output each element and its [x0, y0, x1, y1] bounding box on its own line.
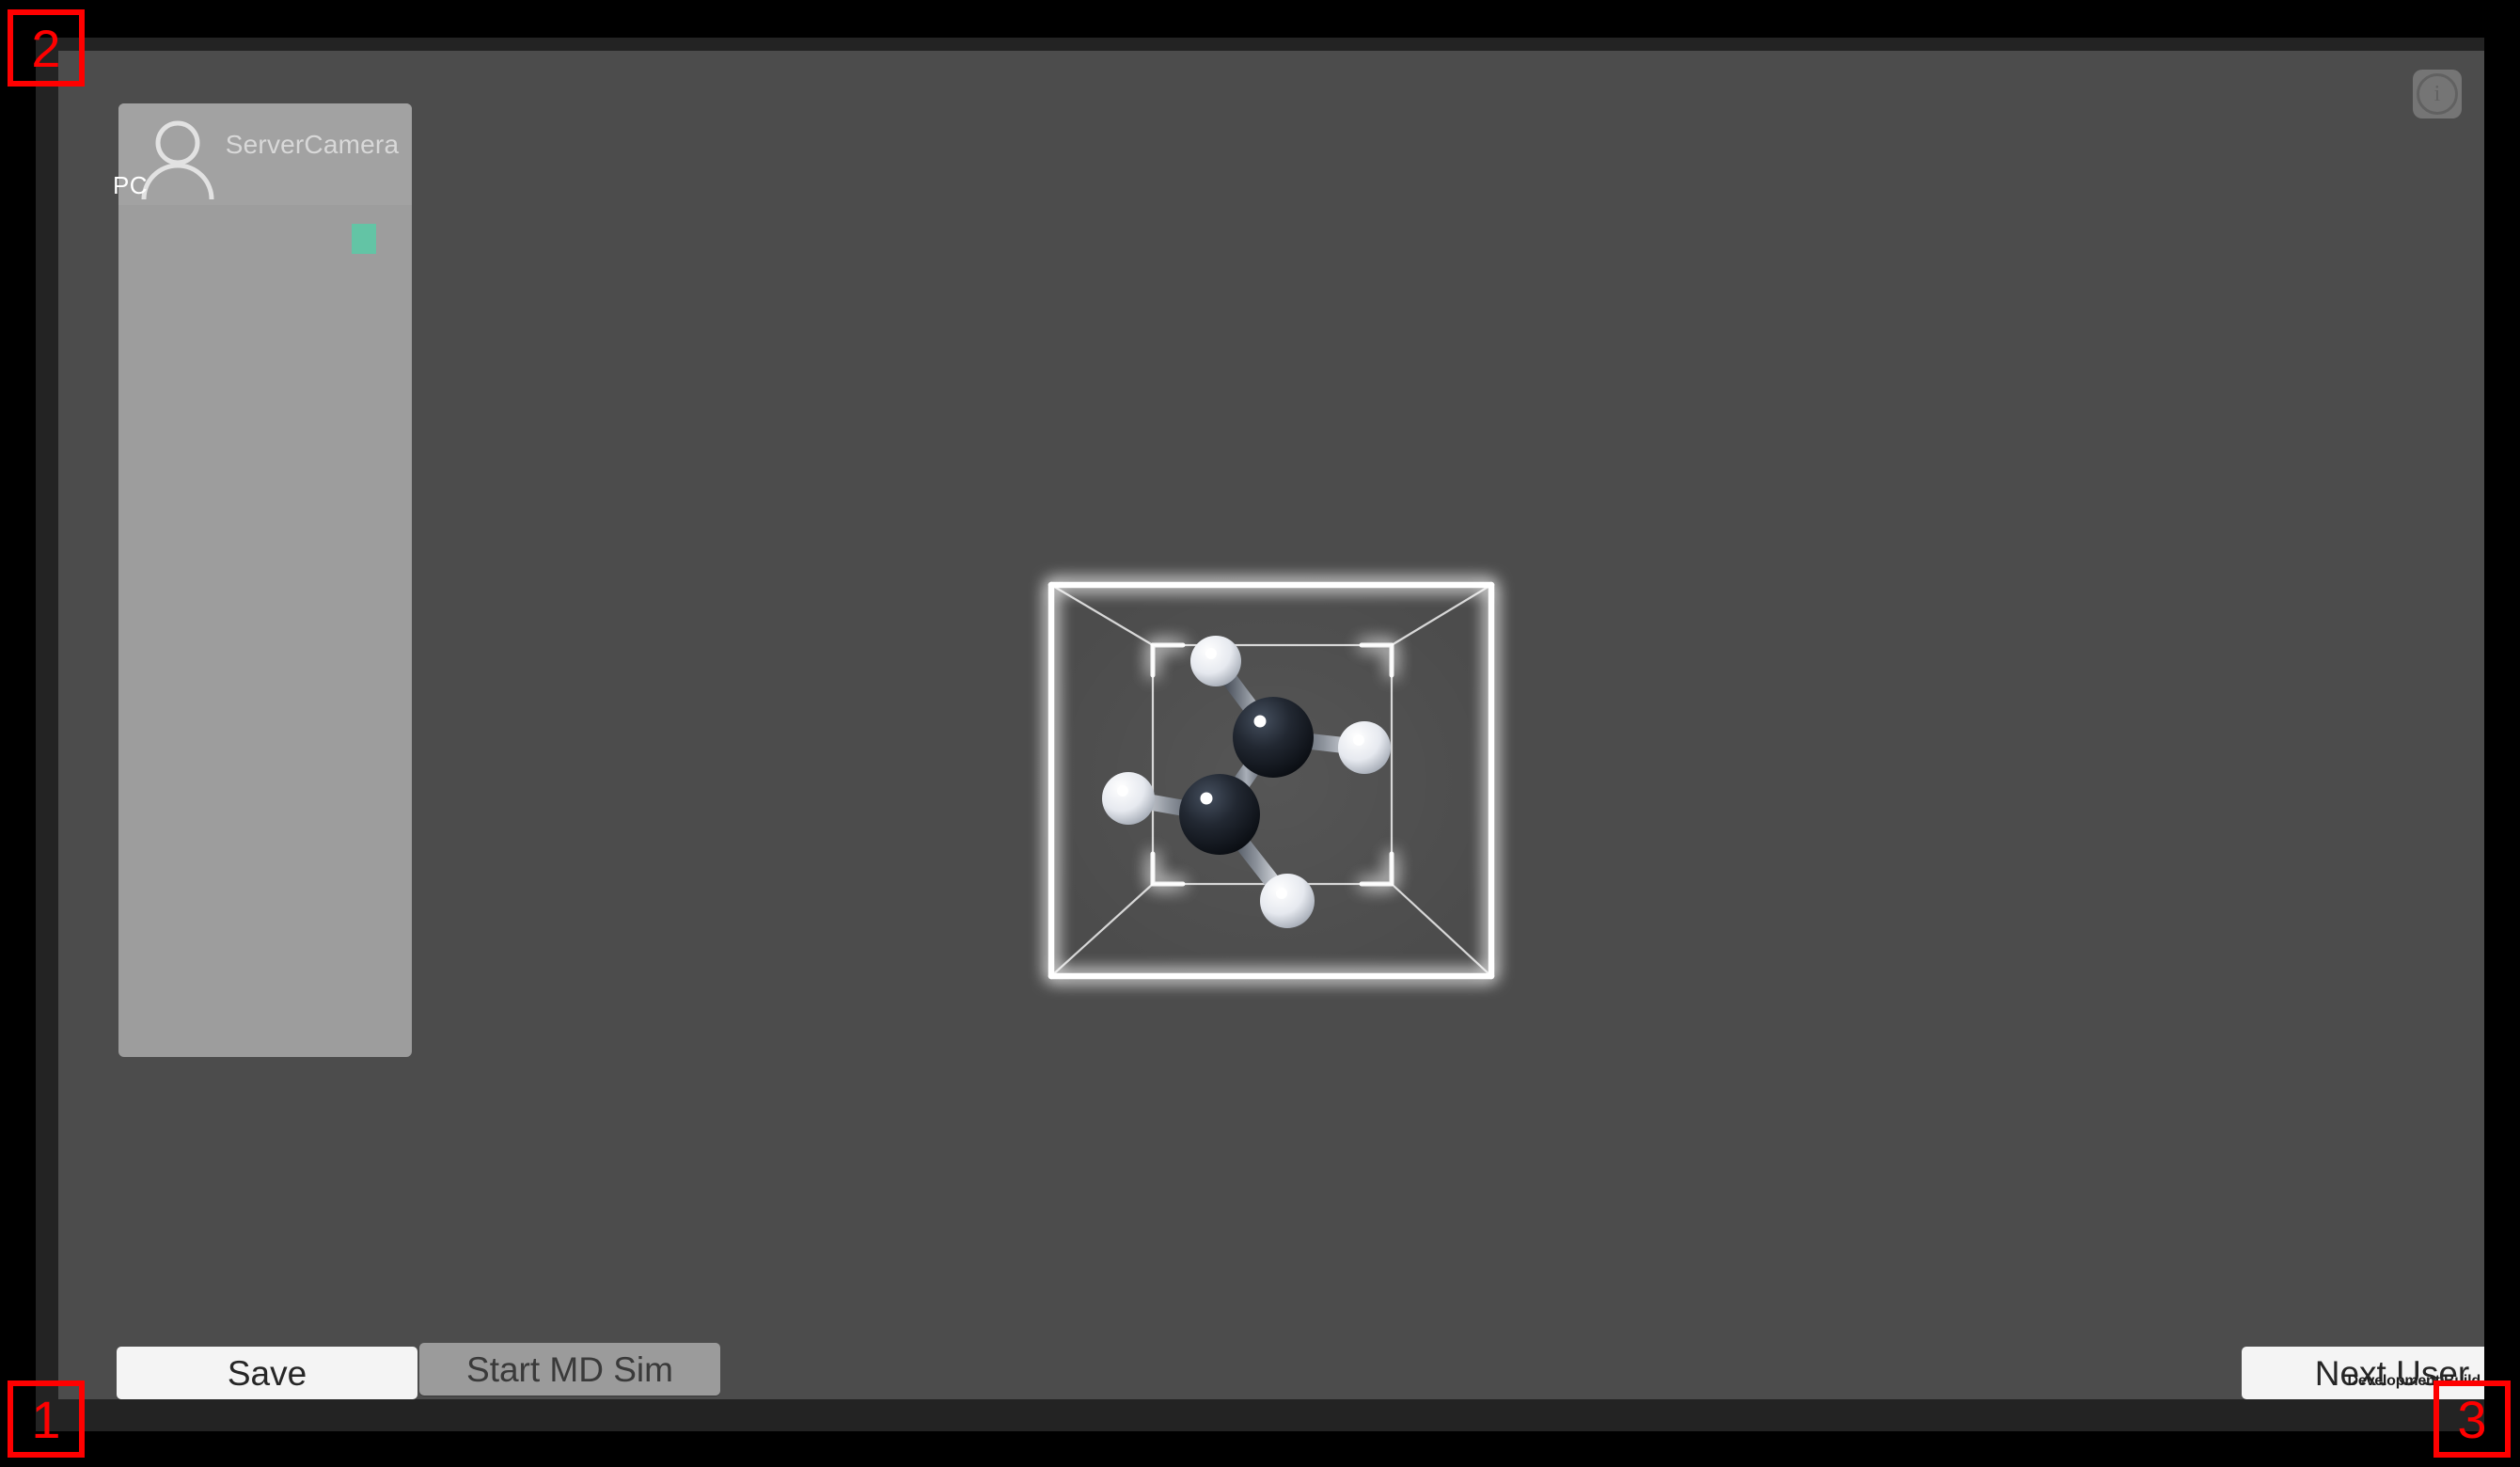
annotation-marker-1: 1 [8, 1380, 85, 1458]
molecule-stage[interactable] [1017, 559, 1525, 1010]
annotation-marker-3: 3 [2433, 1380, 2511, 1458]
info-icon: i [2417, 73, 2458, 115]
camera-name-label: ServerCamera [225, 130, 400, 159]
start-md-sim-button[interactable]: Start MD Sim [419, 1343, 720, 1396]
save-button[interactable]: Save [117, 1347, 417, 1399]
platform-label: PC [113, 171, 148, 199]
person-icon [141, 120, 214, 199]
molecule-ball-and-stick[interactable] [1017, 559, 1525, 1010]
info-button[interactable]: i [2413, 70, 2462, 118]
bond-group [1120, 653, 1373, 909]
user-color-swatch [352, 224, 376, 254]
application-window: i ServerCamera PC Save Start MD Sim Next… [0, 0, 2520, 1467]
user-camera-panel[interactable]: ServerCamera [118, 103, 412, 1057]
annotation-marker-2: 2 [8, 9, 85, 87]
control-bar: Save Start MD Sim Next User Load Undo Cl… [117, 1341, 2484, 1399]
molecule-viewport-3d[interactable]: i ServerCamera PC Save Start MD Sim Next… [58, 51, 2484, 1399]
